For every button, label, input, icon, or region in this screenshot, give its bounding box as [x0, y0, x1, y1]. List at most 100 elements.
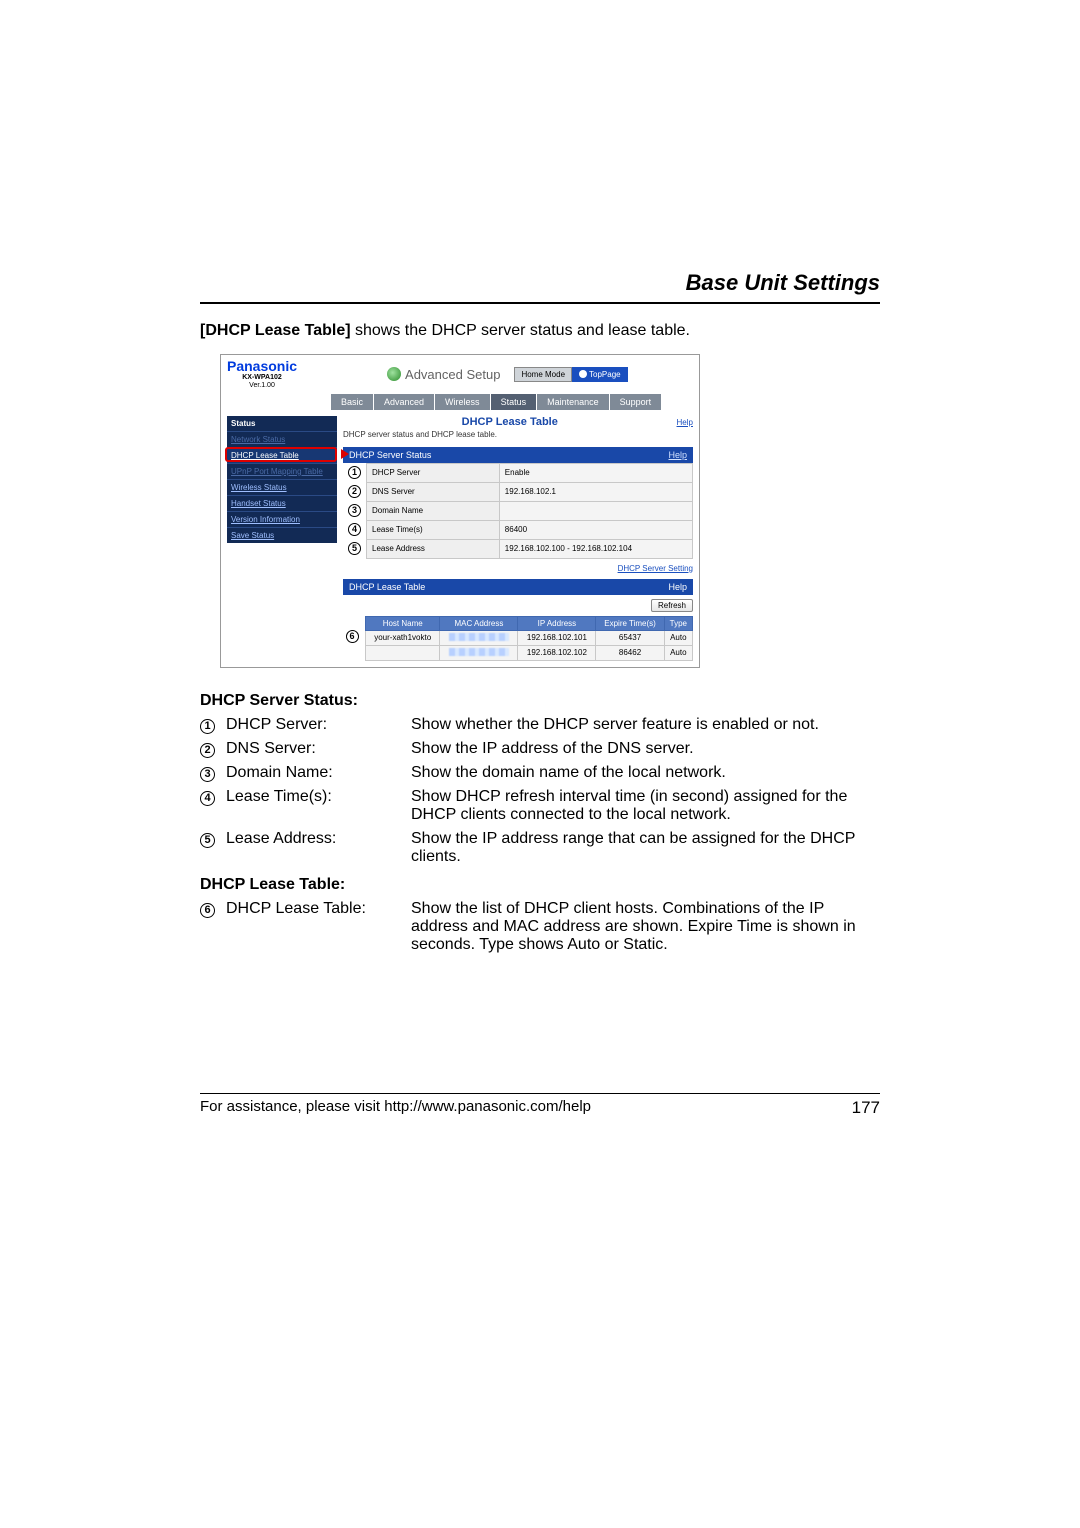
intro-rest: shows the DHCP server status and lease t… [351, 322, 690, 339]
lease-table: Host Name MAC Address IP Address Expire … [365, 616, 693, 661]
desc-num-2: 2 [200, 743, 215, 758]
intro-bold: [DHCP Lease Table] [200, 322, 351, 339]
desc-text-1: Show whether the DHCP server feature is … [411, 716, 880, 734]
home-icon [579, 370, 587, 378]
status-row: 1DHCP ServerEnable [343, 463, 693, 482]
desc-label-6: DHCP Lease Table: [226, 900, 411, 954]
tab-advanced[interactable]: Advanced [374, 394, 434, 410]
desc-label-3: Domain Name: [226, 764, 411, 782]
cell-type: Auto [664, 645, 692, 660]
sidebar: Status Network Status DHCP Lease Table U… [227, 416, 337, 661]
label-dhcp-server: DHCP Server [367, 463, 500, 482]
sidebar-item-version-info[interactable]: Version Information [227, 511, 337, 527]
mode-toggle[interactable]: Home Mode TopPage [514, 367, 627, 382]
cell-type: Auto [664, 630, 692, 645]
status-row: 4 Lease Time(s)86400 [343, 520, 693, 539]
footer-assist-text: For assistance, please visit http://www.… [200, 1098, 591, 1118]
version-label: Ver.1.00 [227, 382, 297, 390]
callout-4: 4 [348, 523, 361, 536]
value-dhcp-server: Enable [499, 463, 692, 482]
callout-3: 3 [348, 504, 361, 517]
mode-left-label: Home Mode [514, 367, 572, 382]
cell-mac [440, 645, 518, 660]
tab-maintenance[interactable]: Maintenance [537, 394, 609, 410]
desc-text-5: Show the IP address range that can be as… [411, 830, 880, 866]
sidebar-item-save-status[interactable]: Save Status [227, 527, 337, 543]
desc-text-6: Show the list of DHCP client hosts. Comb… [411, 900, 880, 954]
value-lease-time: 86400 [499, 520, 692, 539]
cell-ip: 192.168.102.101 [518, 630, 596, 645]
redacted-mac-icon [449, 633, 509, 641]
page-number: 177 [852, 1098, 880, 1118]
nav-tabs: Basic Advanced Wireless Status Maintenan… [221, 394, 699, 410]
desc-heading-status: DHCP Server Status: [200, 692, 880, 710]
desc-label-4: Lease Time(s): [226, 788, 411, 824]
status-row: 5Lease Address192.168.102.100 - 192.168.… [343, 539, 693, 558]
highlight-box [225, 447, 337, 462]
desc-num-4: 4 [200, 791, 215, 806]
mode-right-button[interactable]: TopPage [572, 367, 628, 382]
server-status-bar: DHCP Server Status Help [343, 447, 693, 463]
divider [200, 302, 880, 304]
sidebar-item-network-status[interactable]: Network Status [227, 431, 337, 447]
page-section-title: Base Unit Settings [200, 270, 880, 296]
cell-expire: 86462 [596, 645, 664, 660]
label-lease-address: Lease Address [367, 539, 500, 558]
status-row: 3 Domain Name [343, 501, 693, 520]
sidebar-title: Status [227, 416, 337, 431]
model-label: KX-WPA102 [227, 374, 297, 382]
desc-text-4: Show DHCP refresh interval time (in seco… [411, 788, 880, 824]
brand-logo: Panasonic [227, 359, 297, 374]
value-lease-address: 192.168.102.100 - 192.168.102.104 [499, 539, 692, 558]
value-domain-name [499, 501, 692, 520]
desc-text-3: Show the domain name of the local networ… [411, 764, 880, 782]
setup-label: Advanced Setup [405, 367, 500, 382]
highlight-arrow-icon [341, 449, 349, 459]
panel-title: DHCP Lease Table [462, 416, 558, 428]
desc-text-2: Show the IP address of the DNS server. [411, 740, 880, 758]
callout-6: 6 [346, 630, 359, 643]
help-link-lease[interactable]: Help [668, 582, 687, 592]
panel-subtitle: DHCP server status and DHCP lease table. [343, 430, 693, 439]
router-admin-screenshot: Panasonic KX-WPA102 Ver.1.00 Advanced Se… [220, 354, 700, 668]
tab-status[interactable]: Status [491, 394, 537, 410]
tab-support[interactable]: Support [610, 394, 662, 410]
th-type: Type [664, 616, 692, 630]
help-link-top[interactable]: Help [677, 418, 693, 427]
refresh-button[interactable]: Refresh [651, 599, 693, 612]
desc-num-6: 6 [200, 903, 215, 918]
sidebar-item-upnp[interactable]: UPnP Port Mapping Table [227, 463, 337, 479]
sidebar-item-dhcp-lease-table[interactable]: DHCP Lease Table [227, 447, 337, 463]
intro-text: [DHCP Lease Table] shows the DHCP server… [200, 322, 880, 340]
status-row: 2 DNS Server192.168.102.1 [343, 482, 693, 501]
page-footer: For assistance, please visit http://www.… [200, 1093, 880, 1118]
server-status-bar-label: DHCP Server Status [349, 450, 431, 460]
value-dns-server: 192.168.102.1 [499, 482, 692, 501]
setup-title: Advanced Setup [387, 367, 500, 382]
tab-basic[interactable]: Basic [331, 394, 373, 410]
label-lease-time: Lease Time(s) [367, 520, 500, 539]
label-domain-name: Domain Name [367, 501, 500, 520]
th-ip: IP Address [518, 616, 596, 630]
callout-2: 2 [348, 485, 361, 498]
desc-heading-lease: DHCP Lease Table: [200, 876, 880, 894]
desc-label-5: Lease Address: [226, 830, 411, 866]
desc-num-1: 1 [200, 719, 215, 734]
lease-row: your-xath1vokto 192.168.102.101 65437 Au… [366, 630, 693, 645]
cell-expire: 65437 [596, 630, 664, 645]
th-hostname: Host Name [366, 616, 440, 630]
th-mac: MAC Address [440, 616, 518, 630]
help-link-status[interactable]: Help [668, 450, 687, 460]
sidebar-item-wireless-status[interactable]: Wireless Status [227, 479, 337, 495]
desc-num-3: 3 [200, 767, 215, 782]
label-dns-server: DNS Server [367, 482, 500, 501]
desc-label-1: DHCP Server: [226, 716, 411, 734]
dhcp-server-setting-link[interactable]: DHCP Server Setting [618, 564, 693, 573]
lease-table-bar-label: DHCP Lease Table [349, 582, 425, 592]
main-column: DHCP Lease Table Help DHCP server status… [343, 416, 693, 661]
tab-wireless[interactable]: Wireless [435, 394, 490, 410]
lease-row: 192.168.102.102 86462 Auto [366, 645, 693, 660]
desc-num-5: 5 [200, 833, 215, 848]
sidebar-item-handset-status[interactable]: Handset Status [227, 495, 337, 511]
lease-table-bar: DHCP Lease Table Help [343, 579, 693, 595]
